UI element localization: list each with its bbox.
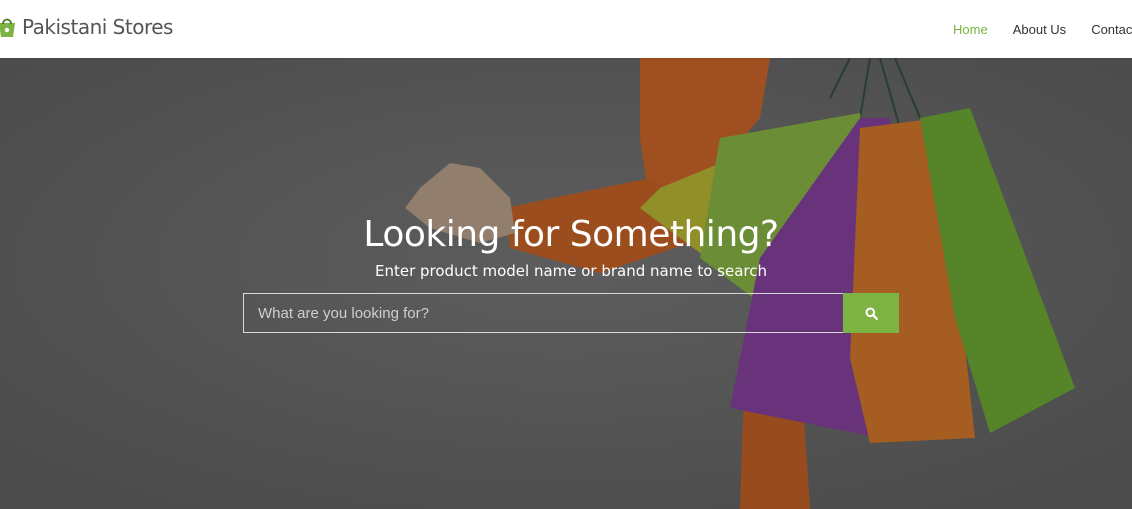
hero-overlay bbox=[0, 58, 1132, 509]
brand-name: Pakistani Stores bbox=[22, 15, 173, 39]
hero-title: Looking for Something? bbox=[363, 214, 779, 255]
top-navbar: Pakistani Stores Home About Us Contact bbox=[0, 0, 1132, 58]
site-logo[interactable]: Pakistani Stores bbox=[0, 15, 173, 39]
search-button[interactable] bbox=[843, 293, 899, 333]
shopping-bag-icon bbox=[0, 18, 15, 37]
main-nav: Home About Us Contact bbox=[928, 0, 1132, 58]
nav-about-link[interactable]: About Us bbox=[1013, 22, 1066, 37]
search-input[interactable] bbox=[243, 293, 843, 333]
nav-home-link[interactable]: Home bbox=[953, 22, 988, 37]
search-icon bbox=[865, 307, 878, 320]
search-form bbox=[243, 293, 899, 333]
nav-contact-link[interactable]: Contact bbox=[1091, 22, 1132, 37]
hero-section: Looking for Something? Enter product mod… bbox=[0, 58, 1132, 509]
hero-subtitle: Enter product model name or brand name t… bbox=[374, 262, 768, 280]
